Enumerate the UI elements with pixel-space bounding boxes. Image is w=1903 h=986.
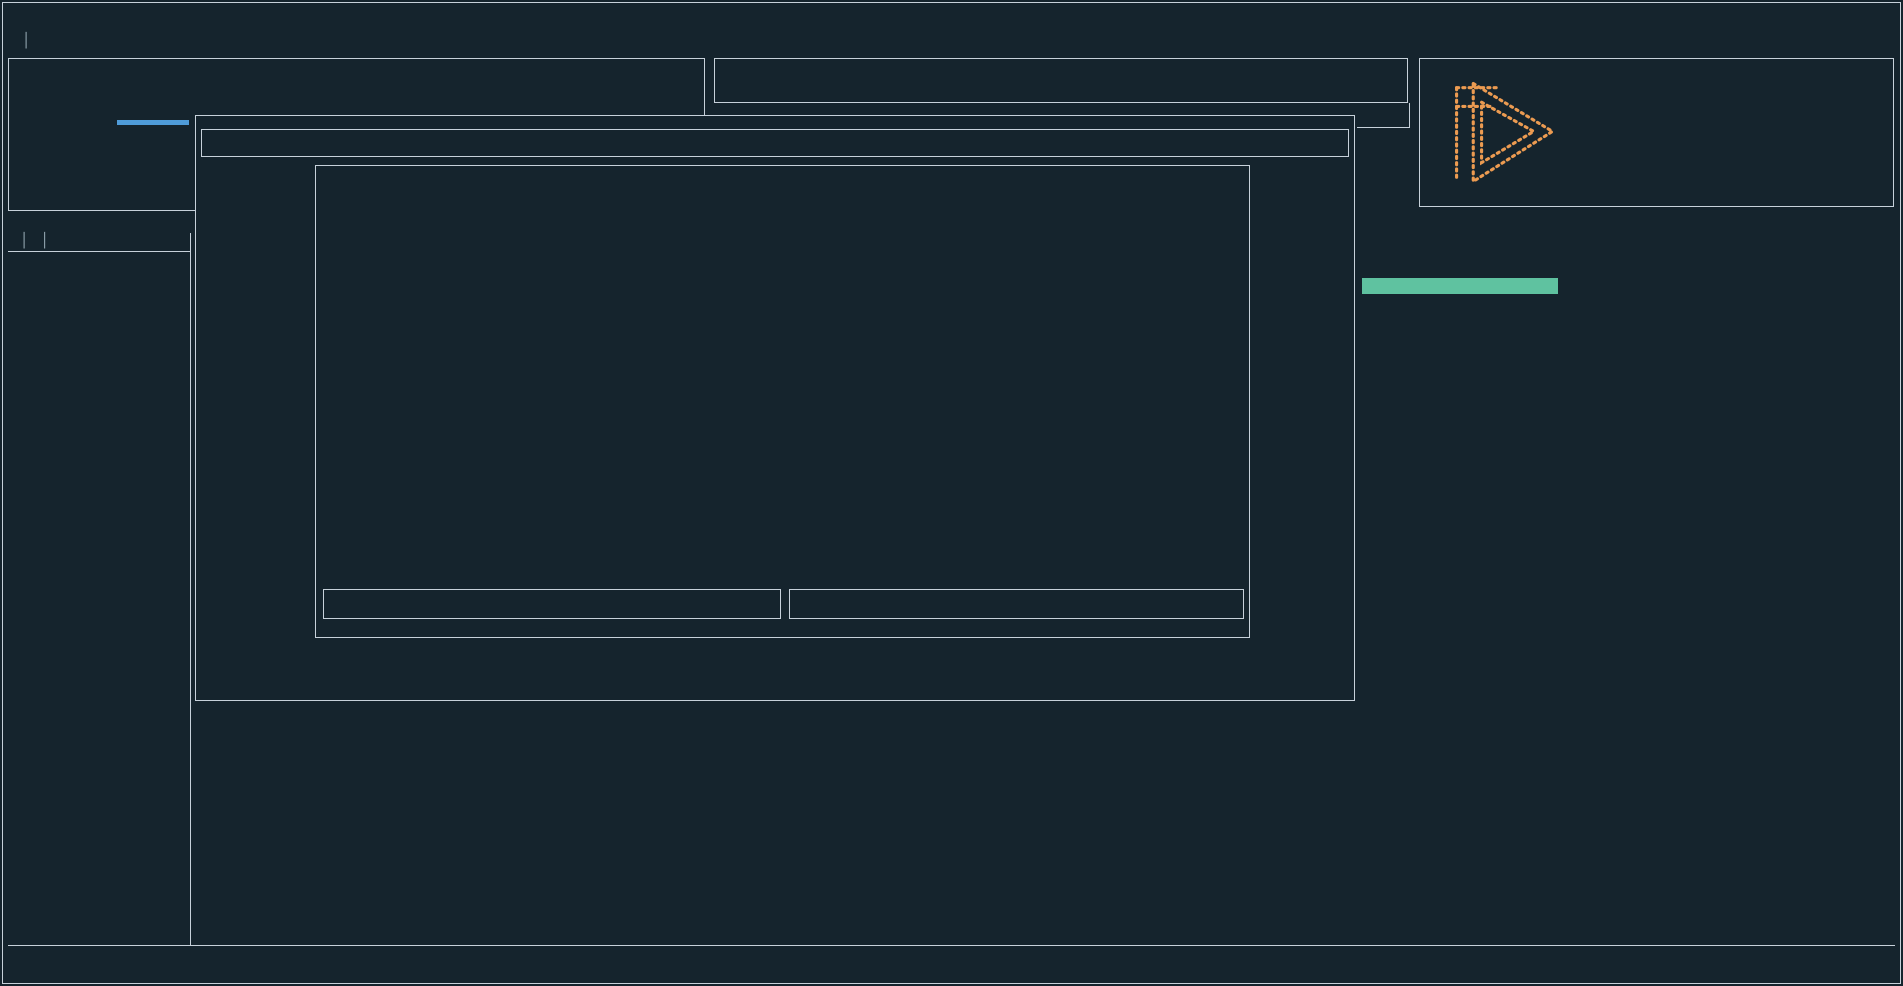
cancel-button[interactable] [789, 589, 1244, 619]
movie-search-input[interactable] [201, 129, 1349, 157]
add-movie-modal [315, 165, 1250, 638]
add-button[interactable] [323, 589, 781, 619]
movie-description [316, 180, 1249, 282]
